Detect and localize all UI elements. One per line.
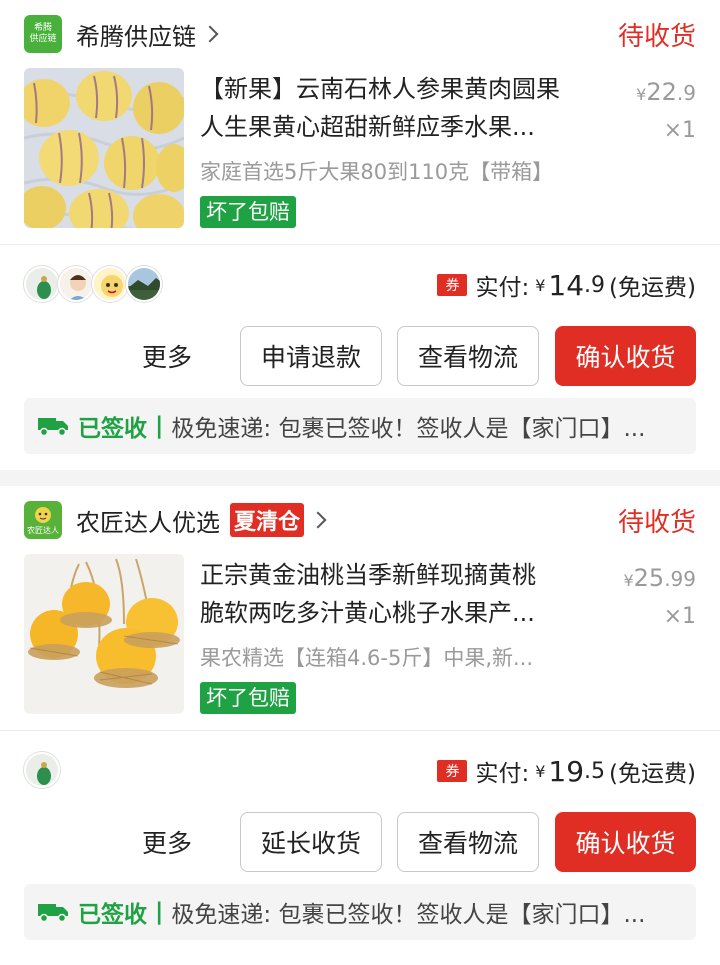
more-button[interactable]: 更多	[142, 824, 192, 860]
shop-mascot-icon	[35, 506, 51, 523]
paid-amount: 14	[548, 268, 585, 302]
product-spec: 家庭首选5斤大果80到110克【带箱】	[200, 160, 554, 184]
view-logistics-button[interactable]: 查看物流	[397, 812, 539, 872]
product-title[interactable]: 【新果】云南石林人参果黄肉圆果 人生果黄心超甜新鲜应季水果...	[200, 70, 610, 146]
separator: |	[155, 899, 164, 925]
shop-logo-text: 农匠达人	[27, 525, 59, 535]
paid-summary: 券 实付: ¥ 19.5 (免运费)	[437, 754, 696, 788]
view-logistics-button[interactable]: 查看物流	[397, 326, 539, 386]
request-refund-button[interactable]: 申请退款	[240, 326, 382, 386]
product-title-line: 【新果】云南石林人参果黄肉圆果	[200, 75, 560, 103]
confirm-receipt-button[interactable]: 确认收货	[555, 812, 696, 872]
order-status: 待收货	[617, 22, 696, 52]
logistics-status: 已签收	[78, 902, 147, 928]
logistics-bar[interactable]: 已签收 | 极免速递: 包裹已签收！签收人是【家门口】...	[24, 884, 696, 940]
shop-name[interactable]: 希腾供应链	[76, 17, 196, 52]
chevron-right-icon[interactable]	[201, 25, 219, 43]
currency-symbol: ¥	[636, 85, 647, 104]
paid-label: 实付:	[475, 275, 530, 301]
product-title-line: 正宗黄金油桃当季新鲜现摘黄桃	[200, 561, 536, 589]
order-card[interactable]: 农匠达人 农匠达人优选 夏清仓 待收货 正宗黄金油桃当季新鲜现摘黄桃 脆软两吃多…	[0, 486, 720, 965]
guarantee-badge: 坏了包赔	[200, 682, 296, 714]
quantity: ×1	[663, 118, 696, 143]
shipping-note: (免运费)	[609, 275, 696, 301]
order-status: 待收货	[617, 508, 696, 538]
paid-label: 实付:	[475, 761, 530, 787]
shop-header[interactable]: 希腾 供应链 希腾供应链	[24, 14, 219, 54]
confirm-receipt-button[interactable]: 确认收货	[555, 326, 696, 386]
shipping-note: (免运费)	[609, 761, 696, 787]
product-title[interactable]: 正宗黄金油桃当季新鲜现摘黄桃 脆软两吃多汁黄心桃子水果产...	[200, 556, 610, 632]
more-button[interactable]: 更多	[142, 338, 192, 374]
truck-icon	[38, 418, 68, 436]
shop-logo: 希腾 供应链	[24, 15, 62, 53]
avatar	[92, 266, 128, 302]
product-image[interactable]	[24, 68, 184, 228]
avatar	[24, 266, 60, 302]
paid-amount-decimal: .9	[584, 272, 606, 298]
unit-price: ¥22.9	[636, 78, 696, 106]
quantity: ×1	[663, 604, 696, 629]
unit-price: ¥25.99	[623, 564, 696, 592]
shop-logo-text: 希腾	[33, 23, 52, 33]
avatar-group	[24, 752, 60, 788]
separator: |	[155, 413, 164, 439]
logistics-bar[interactable]: 已签收 | 极免速递: 包裹已签收！签收人是【家门口】...	[24, 398, 696, 454]
currency-symbol: ¥	[623, 571, 634, 590]
logistics-detail: 极免速递: 包裹已签收！签收人是【家门口】...	[171, 902, 646, 928]
shop-logo-text: 供应链	[29, 34, 57, 44]
currency-symbol: ¥	[535, 275, 546, 295]
price-integer: 22	[646, 78, 677, 106]
divider	[0, 730, 720, 731]
paid-summary: 券 实付: ¥ 14.9 (免运费)	[437, 268, 696, 302]
price-integer: 25	[633, 564, 665, 592]
promo-tag: 夏清仓	[230, 503, 305, 537]
logistics-detail: 极免速递: 包裹已签收！签收人是【家门口】...	[171, 416, 646, 442]
logistics-status: 已签收	[78, 416, 147, 442]
product-title-line: 脆软两吃多汁黄心桃子水果产...	[200, 599, 535, 627]
shop-header[interactable]: 农匠达人 农匠达人优选 夏清仓	[24, 500, 327, 540]
product-image[interactable]	[24, 554, 184, 714]
product-title-line: 人生果黄心超甜新鲜应季水果...	[200, 113, 535, 141]
shop-logo: 农匠达人	[24, 501, 62, 539]
truck-icon	[38, 904, 68, 922]
currency-symbol: ¥	[535, 761, 546, 781]
extend-receipt-button[interactable]: 延长收货	[240, 812, 382, 872]
chevron-right-icon[interactable]	[309, 511, 327, 529]
coupon-icon: 券	[437, 760, 468, 782]
paid-amount-decimal: .5	[584, 758, 606, 784]
order-card[interactable]: 希腾 供应链 希腾供应链 待收货 【新果】云南石林人参果黄肉圆果 人生果黄心超甜…	[0, 0, 720, 470]
paid-amount: 19	[548, 754, 585, 788]
coupon-icon: 券	[437, 274, 468, 296]
divider	[0, 244, 720, 245]
guarantee-badge: 坏了包赔	[200, 196, 296, 228]
avatar-group	[24, 266, 162, 302]
price-decimal: .99	[664, 567, 696, 591]
price-decimal: .9	[676, 81, 696, 105]
avatar	[126, 266, 162, 302]
avatar	[58, 266, 94, 302]
avatar	[24, 752, 60, 788]
shop-name[interactable]: 农匠达人优选	[76, 503, 220, 538]
product-spec: 果农精选【连箱4.6-5斤】中果,新...	[200, 646, 534, 670]
